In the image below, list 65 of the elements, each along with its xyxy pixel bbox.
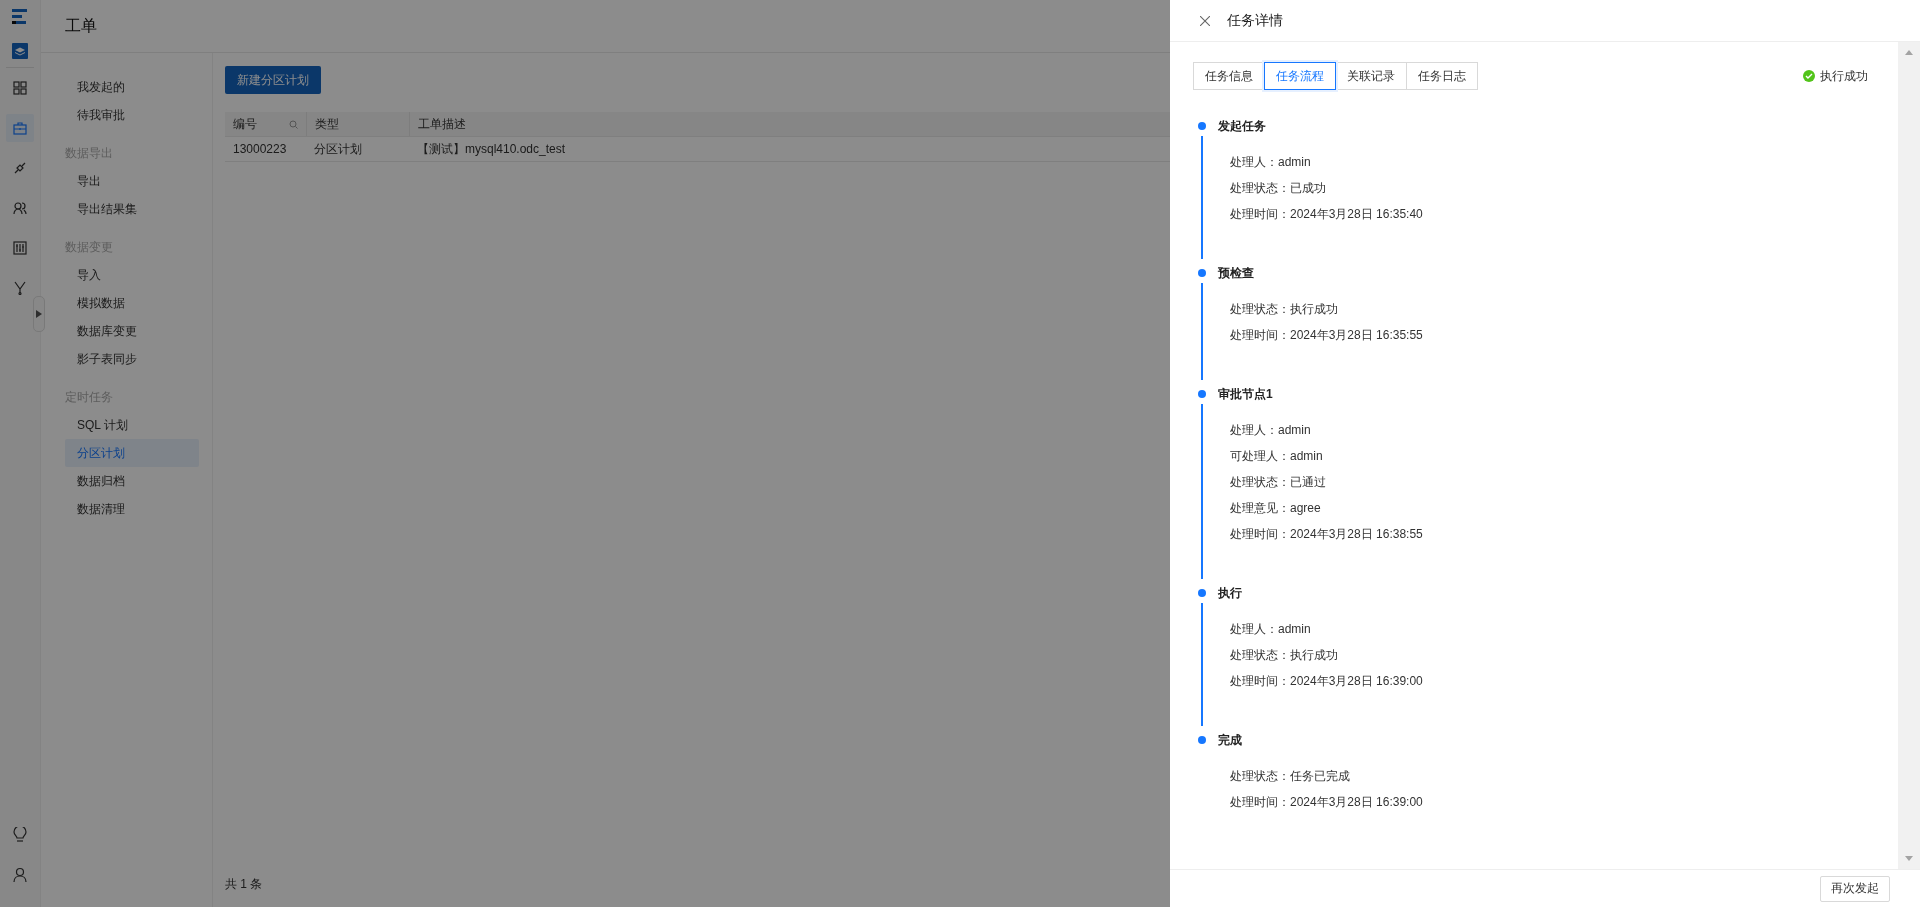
- scrollbar[interactable]: [1898, 42, 1920, 869]
- timeline-dot: [1198, 390, 1206, 398]
- step-detail: 处理时间：2024年3月28日 16:39:00: [1230, 794, 1423, 811]
- step-detail: 处理状态：执行成功: [1230, 301, 1339, 318]
- layers-icon[interactable]: [12, 43, 28, 59]
- step-detail: 处理意见：agree: [1230, 500, 1322, 517]
- new-plan-button[interactable]: 新建分区计划: [225, 66, 321, 94]
- timeline-dot: [1198, 589, 1206, 597]
- timeline-dot: [1198, 736, 1206, 744]
- nav-item[interactable]: 导入: [65, 261, 199, 289]
- total-count: 共 1 条: [225, 876, 263, 893]
- close-icon[interactable]: [1200, 15, 1210, 26]
- nav-item[interactable]: 模拟数据: [65, 289, 199, 317]
- step-detail: 处理时间：2024年3月28日 16:35:55: [1230, 327, 1423, 344]
- step-title: 审批节点1: [1218, 386, 1274, 402]
- step-detail: 处理时间：2024年3月28日 16:38:55: [1230, 526, 1423, 543]
- step-title: 执行: [1218, 585, 1243, 601]
- step-detail: 处理人：admin: [1230, 422, 1312, 439]
- scroll-up-icon[interactable]: [1905, 50, 1913, 55]
- briefcase-icon[interactable]: [6, 114, 34, 142]
- table-cell: 【测试】mysql410.odc_test: [417, 140, 566, 158]
- logo-icon: [12, 9, 28, 25]
- scroll-down-icon[interactable]: [1905, 856, 1913, 861]
- nav-item[interactable]: 数据归档: [65, 467, 199, 495]
- column-header: 类型: [315, 115, 339, 133]
- drawer-title: 任务详情: [1227, 11, 1283, 30]
- collapse-handle[interactable]: [33, 296, 45, 332]
- resubmit-button[interactable]: 再次发起: [1820, 875, 1890, 902]
- nav-item[interactable]: SQL 计划: [65, 411, 199, 439]
- tab[interactable]: 任务信息: [1193, 62, 1265, 90]
- table-cell: 13000223: [233, 142, 287, 156]
- step-detail: 处理人：admin: [1230, 621, 1312, 638]
- step-title: 预检查: [1218, 265, 1255, 281]
- column-header: 编号: [233, 115, 257, 133]
- search-icon[interactable]: [289, 119, 298, 129]
- column-header: 工单描述: [418, 115, 466, 133]
- page-title: 工单: [65, 15, 97, 36]
- tab[interactable]: 任务流程: [1264, 62, 1336, 90]
- nav-item[interactable]: 数据清理: [65, 495, 199, 523]
- tab[interactable]: 关联记录: [1335, 62, 1407, 90]
- tab[interactable]: 任务日志: [1406, 62, 1478, 90]
- user-icon[interactable]: [13, 867, 27, 883]
- step-detail: 处理时间：2024年3月28日 16:39:00: [1230, 673, 1423, 690]
- nav-item[interactable]: 导出: [65, 167, 199, 195]
- lightbulb-icon[interactable]: [13, 827, 27, 843]
- nav-item[interactable]: 数据库变更: [65, 317, 199, 345]
- nav-item[interactable]: 我发起的: [65, 73, 199, 101]
- step-detail: 处理状态：任务已完成: [1230, 768, 1351, 785]
- nav-item[interactable]: 待我审批: [65, 101, 199, 129]
- nav-item[interactable]: 影子表同步: [65, 345, 199, 373]
- step-detail: 处理状态：已通过: [1230, 474, 1327, 491]
- timeline-dot: [1198, 269, 1206, 277]
- step-detail: 处理时间：2024年3月28日 16:35:40: [1230, 206, 1423, 223]
- status-text: 执行成功: [1820, 67, 1868, 85]
- step-detail: 处理状态：执行成功: [1230, 647, 1339, 664]
- table-cell: 分区计划: [314, 140, 362, 158]
- success-icon: [1803, 70, 1815, 82]
- step-detail: 处理人：admin: [1230, 154, 1312, 171]
- timeline-dot: [1198, 122, 1206, 130]
- step-detail: 处理状态：已成功: [1230, 180, 1327, 197]
- step-title: 完成: [1218, 732, 1243, 748]
- step-title: 发起任务: [1218, 118, 1267, 134]
- nav-item[interactable]: 分区计划: [65, 439, 199, 467]
- step-detail: 可处理人：admin: [1230, 448, 1324, 465]
- nav-item[interactable]: 导出结果集: [65, 195, 199, 223]
